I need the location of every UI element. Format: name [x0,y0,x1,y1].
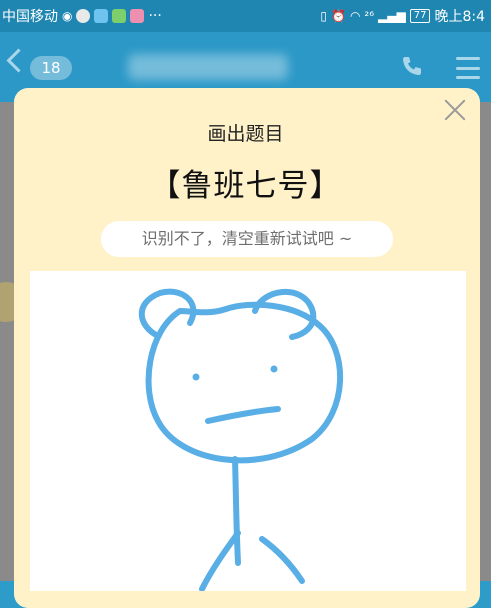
hint-message: 识别不了，清空重新试试吧 ~ [101,221,393,257]
wifi-icon: ◠ [349,9,361,23]
menu-icon[interactable] [456,57,480,79]
alarm-icon: ⏰ [330,9,346,23]
doodle-right-arm [259,536,305,584]
battery-icon: 77 [409,9,431,23]
clock-label: 晚上8:4 [434,9,485,25]
drawing-canvas[interactable] [30,271,466,591]
hd-icon: ◉ [62,9,73,23]
doodle-right-eye [270,365,278,373]
carrier-label: 中国移动 [2,9,58,25]
back-icon[interactable] [6,48,31,73]
doodle-drawing [138,288,343,591]
doodle-mouth [205,406,281,424]
network-type-label: ²⁶ [364,9,375,23]
app-notification-icon [112,9,127,23]
app-notification-icon [94,9,109,23]
chat-title-blurred [128,54,288,80]
doodle-body [232,456,241,566]
more-notifications-label: ··· [148,8,162,24]
app-notification-icon [76,9,91,23]
status-bar: 中国移动 ◉ ··· ▯ ⏰ ◠ ²⁶ ▂▄▆ 77 晚上8:4 [0,0,491,32]
doodle-left-eye [192,373,200,381]
unread-count-badge[interactable]: 18 [30,56,72,80]
app-notification-icon [130,9,145,23]
vibrate-icon: ▯ [320,9,327,23]
phone-icon[interactable] [400,54,424,78]
signal-icon: ▂▄▆ [378,9,406,23]
dialog-title: 画出题目 [207,123,284,145]
prompt-word: 【鲁班七号】 [149,168,342,204]
